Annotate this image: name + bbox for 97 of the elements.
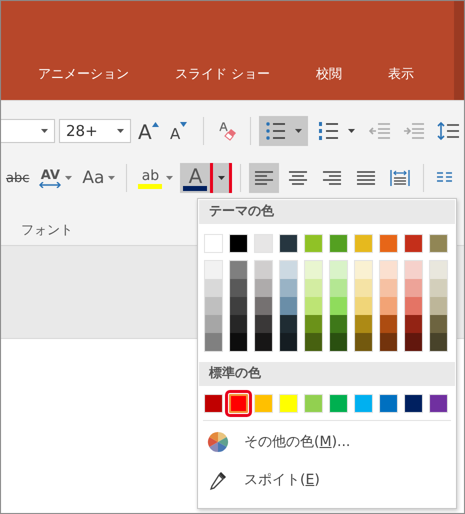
font-size-combo[interactable]: 28+ <box>59 119 131 143</box>
color-swatch[interactable] <box>405 261 422 279</box>
color-swatch[interactable] <box>380 279 397 297</box>
color-swatch[interactable] <box>255 279 272 297</box>
color-swatch[interactable] <box>355 297 372 315</box>
numbered-list-icon <box>318 121 340 141</box>
color-swatch[interactable] <box>430 315 447 333</box>
color-swatch[interactable] <box>405 279 422 297</box>
color-swatch[interactable] <box>380 297 397 315</box>
font-color-button[interactable]: A <box>180 163 210 193</box>
caret-icon <box>117 129 124 133</box>
color-swatch[interactable] <box>255 297 272 315</box>
color-swatch[interactable] <box>380 333 397 351</box>
color-swatch[interactable] <box>330 297 347 315</box>
color-swatch[interactable] <box>205 297 222 315</box>
highlight-button[interactable]: ab <box>135 163 176 193</box>
font-color-bar <box>183 186 208 190</box>
bullets-button[interactable] <box>259 116 308 146</box>
color-swatch[interactable] <box>330 261 347 279</box>
color-swatch[interactable] <box>380 315 397 333</box>
color-swatch[interactable] <box>205 315 222 333</box>
color-swatch[interactable] <box>230 261 247 279</box>
justify-icon <box>356 170 376 186</box>
color-swatch[interactable] <box>305 297 322 315</box>
color-swatch[interactable] <box>355 333 372 351</box>
color-swatch[interactable] <box>330 279 347 297</box>
color-swatch[interactable] <box>280 261 297 279</box>
caret-icon <box>65 176 72 180</box>
color-swatch[interactable] <box>230 333 247 351</box>
color-swatch[interactable] <box>280 279 297 297</box>
caret-icon <box>41 129 48 133</box>
color-swatch[interactable] <box>430 333 447 351</box>
font-color-dropdown-button[interactable] <box>210 163 232 193</box>
color-swatch[interactable] <box>280 297 297 315</box>
color-swatch[interactable] <box>430 261 447 279</box>
color-swatch[interactable] <box>255 333 272 351</box>
color-swatch[interactable] <box>355 315 372 333</box>
character-spacing-button[interactable]: AV <box>36 163 76 193</box>
font-size-value: 28+ <box>66 122 98 140</box>
ribbon-tab[interactable]: 表示 <box>388 65 414 83</box>
color-swatch[interactable] <box>205 261 222 279</box>
align-left-button[interactable] <box>249 163 280 193</box>
ribbon-tab[interactable]: スライド ショー <box>175 65 270 83</box>
color-swatch[interactable] <box>355 261 372 279</box>
menu-item[interactable]: その他の色(M)... <box>199 424 455 460</box>
color-swatch[interactable] <box>280 333 297 351</box>
color-swatch[interactable] <box>305 315 322 333</box>
caret-icon <box>218 176 225 180</box>
menu-item[interactable]: スポイト(E) <box>199 462 455 498</box>
align-left-icon <box>254 170 274 186</box>
caret-icon <box>295 129 302 133</box>
up-triangle-icon <box>152 122 159 127</box>
color-swatch[interactable] <box>205 333 222 351</box>
color-swatch[interactable] <box>405 315 422 333</box>
align-center-icon <box>288 170 308 186</box>
change-case-button[interactable]: Aa <box>79 163 118 193</box>
color-swatch[interactable] <box>355 279 372 297</box>
color-swatch[interactable] <box>305 279 322 297</box>
bullet-list-icon <box>265 121 287 141</box>
indent-icon <box>403 122 425 140</box>
color-swatch[interactable] <box>405 297 422 315</box>
color-swatch[interactable] <box>330 315 347 333</box>
ribbon-tab[interactable]: 校閲 <box>316 65 342 83</box>
double-arrow-icon <box>39 182 62 188</box>
color-swatch[interactable] <box>230 279 247 297</box>
highlight-color-bar <box>138 184 162 188</box>
outdent-icon <box>369 122 391 140</box>
color-wheel-icon <box>207 431 229 453</box>
caret-icon <box>166 176 174 180</box>
color-swatch[interactable] <box>430 279 447 297</box>
caret-icon <box>108 176 116 180</box>
caret-icon <box>348 129 355 133</box>
color-swatch[interactable] <box>255 261 272 279</box>
ribbon-tab[interactable]: アニメーション <box>38 65 129 83</box>
color-swatch[interactable] <box>230 297 247 315</box>
down-triangle-icon <box>180 122 188 127</box>
distribute-icon <box>390 170 410 186</box>
group-label: フォント <box>21 222 73 239</box>
font-name-combo[interactable] <box>1 119 55 143</box>
color-swatch[interactable] <box>255 315 272 333</box>
color-swatch[interactable] <box>205 279 222 297</box>
shrink-font-button[interactable]: A <box>167 116 195 146</box>
strikethrough-button[interactable]: abc <box>3 163 32 193</box>
color-swatch[interactable] <box>305 333 322 351</box>
color-swatch[interactable] <box>230 315 247 333</box>
color-swatch[interactable] <box>280 315 297 333</box>
color-swatch[interactable] <box>305 261 322 279</box>
section-header: テーマの色 <box>199 200 455 224</box>
color-swatch[interactable] <box>405 333 422 351</box>
align-right-icon <box>322 170 342 186</box>
line-spacing-icon <box>437 121 459 141</box>
color-swatch[interactable] <box>430 297 447 315</box>
section-header: 標準の色 <box>199 362 455 386</box>
color-swatch[interactable] <box>330 333 347 351</box>
eyedropper-icon <box>207 469 229 491</box>
color-swatch[interactable] <box>380 261 397 279</box>
grow-font-button[interactable]: A <box>135 116 163 146</box>
